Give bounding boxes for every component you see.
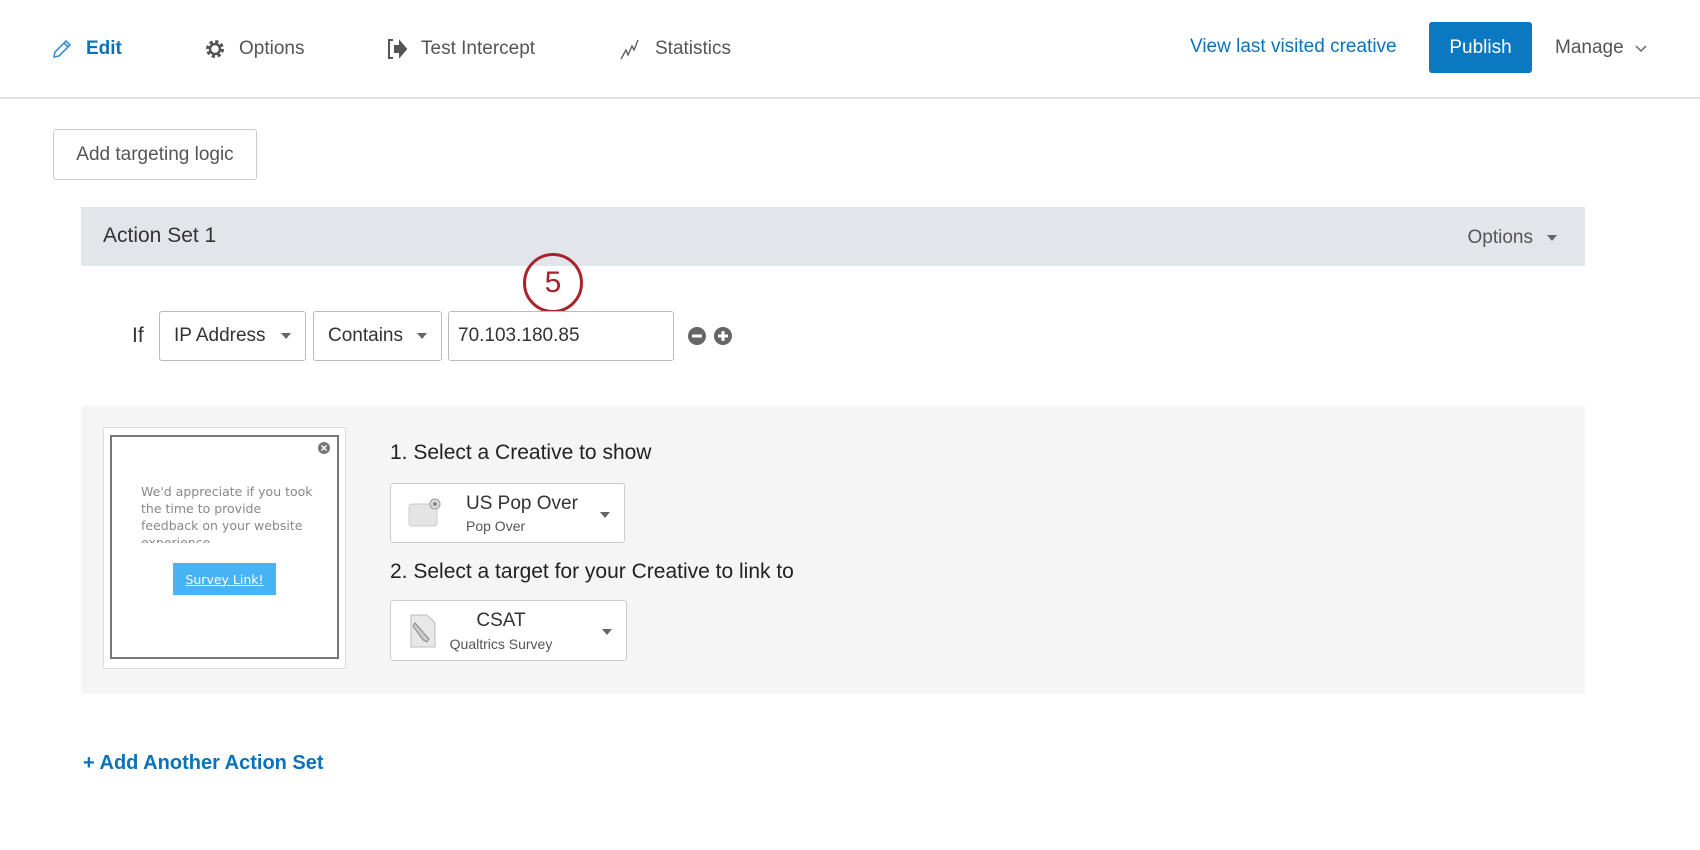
creative-select[interactable]: US Pop Over Pop Over bbox=[390, 483, 625, 543]
tab-statistics[interactable]: Statistics bbox=[619, 34, 731, 64]
field-select[interactable]: IP Address bbox=[159, 311, 306, 361]
gear-icon bbox=[206, 40, 224, 58]
step2-label: 2. Select a target for your Creative to … bbox=[390, 560, 794, 583]
caret-down-icon bbox=[281, 333, 291, 339]
value-input[interactable]: 70.103.180.85 bbox=[448, 311, 674, 361]
step1-label: 1. Select a Creative to show bbox=[390, 441, 652, 464]
remove-condition-icon[interactable] bbox=[687, 326, 707, 346]
add-targeting-logic-button[interactable]: Add targeting logic bbox=[53, 129, 257, 180]
caret-down-icon bbox=[600, 512, 610, 518]
pencil-icon bbox=[52, 39, 72, 59]
preview-message: We'd appreciate if you took the time to … bbox=[141, 484, 313, 543]
creative-name: US Pop Over bbox=[466, 493, 578, 514]
creative-type: Pop Over bbox=[466, 518, 526, 534]
close-icon bbox=[318, 442, 330, 454]
publish-button[interactable]: Publish bbox=[1429, 22, 1532, 73]
target-name: CSAT bbox=[476, 610, 526, 631]
popover-icon bbox=[408, 498, 441, 527]
caret-down-icon bbox=[417, 333, 427, 339]
line-chart-icon bbox=[620, 39, 639, 60]
action-set-title: Action Set 1 bbox=[103, 224, 217, 247]
if-label: If bbox=[132, 324, 144, 347]
operator-select[interactable]: Contains bbox=[313, 311, 442, 361]
add-condition-icon[interactable] bbox=[713, 326, 733, 346]
view-last-visited-link[interactable]: View last visited creative bbox=[1190, 36, 1397, 58]
survey-link-button: Survey Link! bbox=[173, 563, 276, 595]
action-set-options-menu[interactable]: Options bbox=[1468, 227, 1557, 249]
tab-edit[interactable]: Edit bbox=[50, 34, 122, 64]
chevron-down-icon bbox=[1635, 45, 1647, 53]
caret-down-icon bbox=[602, 629, 612, 635]
caret-down-icon bbox=[1547, 235, 1557, 241]
manage-menu[interactable]: Manage bbox=[1555, 37, 1648, 59]
exit-icon bbox=[388, 39, 408, 59]
step-badge: 5 bbox=[523, 253, 583, 313]
target-select[interactable]: CSAT Qualtrics Survey bbox=[390, 600, 627, 661]
target-type: Qualtrics Survey bbox=[449, 636, 553, 652]
tab-test-intercept[interactable]: Test Intercept bbox=[385, 34, 535, 64]
tab-options[interactable]: Options bbox=[203, 34, 304, 64]
header-divider bbox=[0, 97, 1700, 99]
creative-preview: We'd appreciate if you took the time to … bbox=[103, 427, 346, 669]
add-action-set-link[interactable]: + Add Another Action Set bbox=[83, 752, 324, 775]
action-set-header: Action Set 1 Options bbox=[81, 207, 1585, 266]
